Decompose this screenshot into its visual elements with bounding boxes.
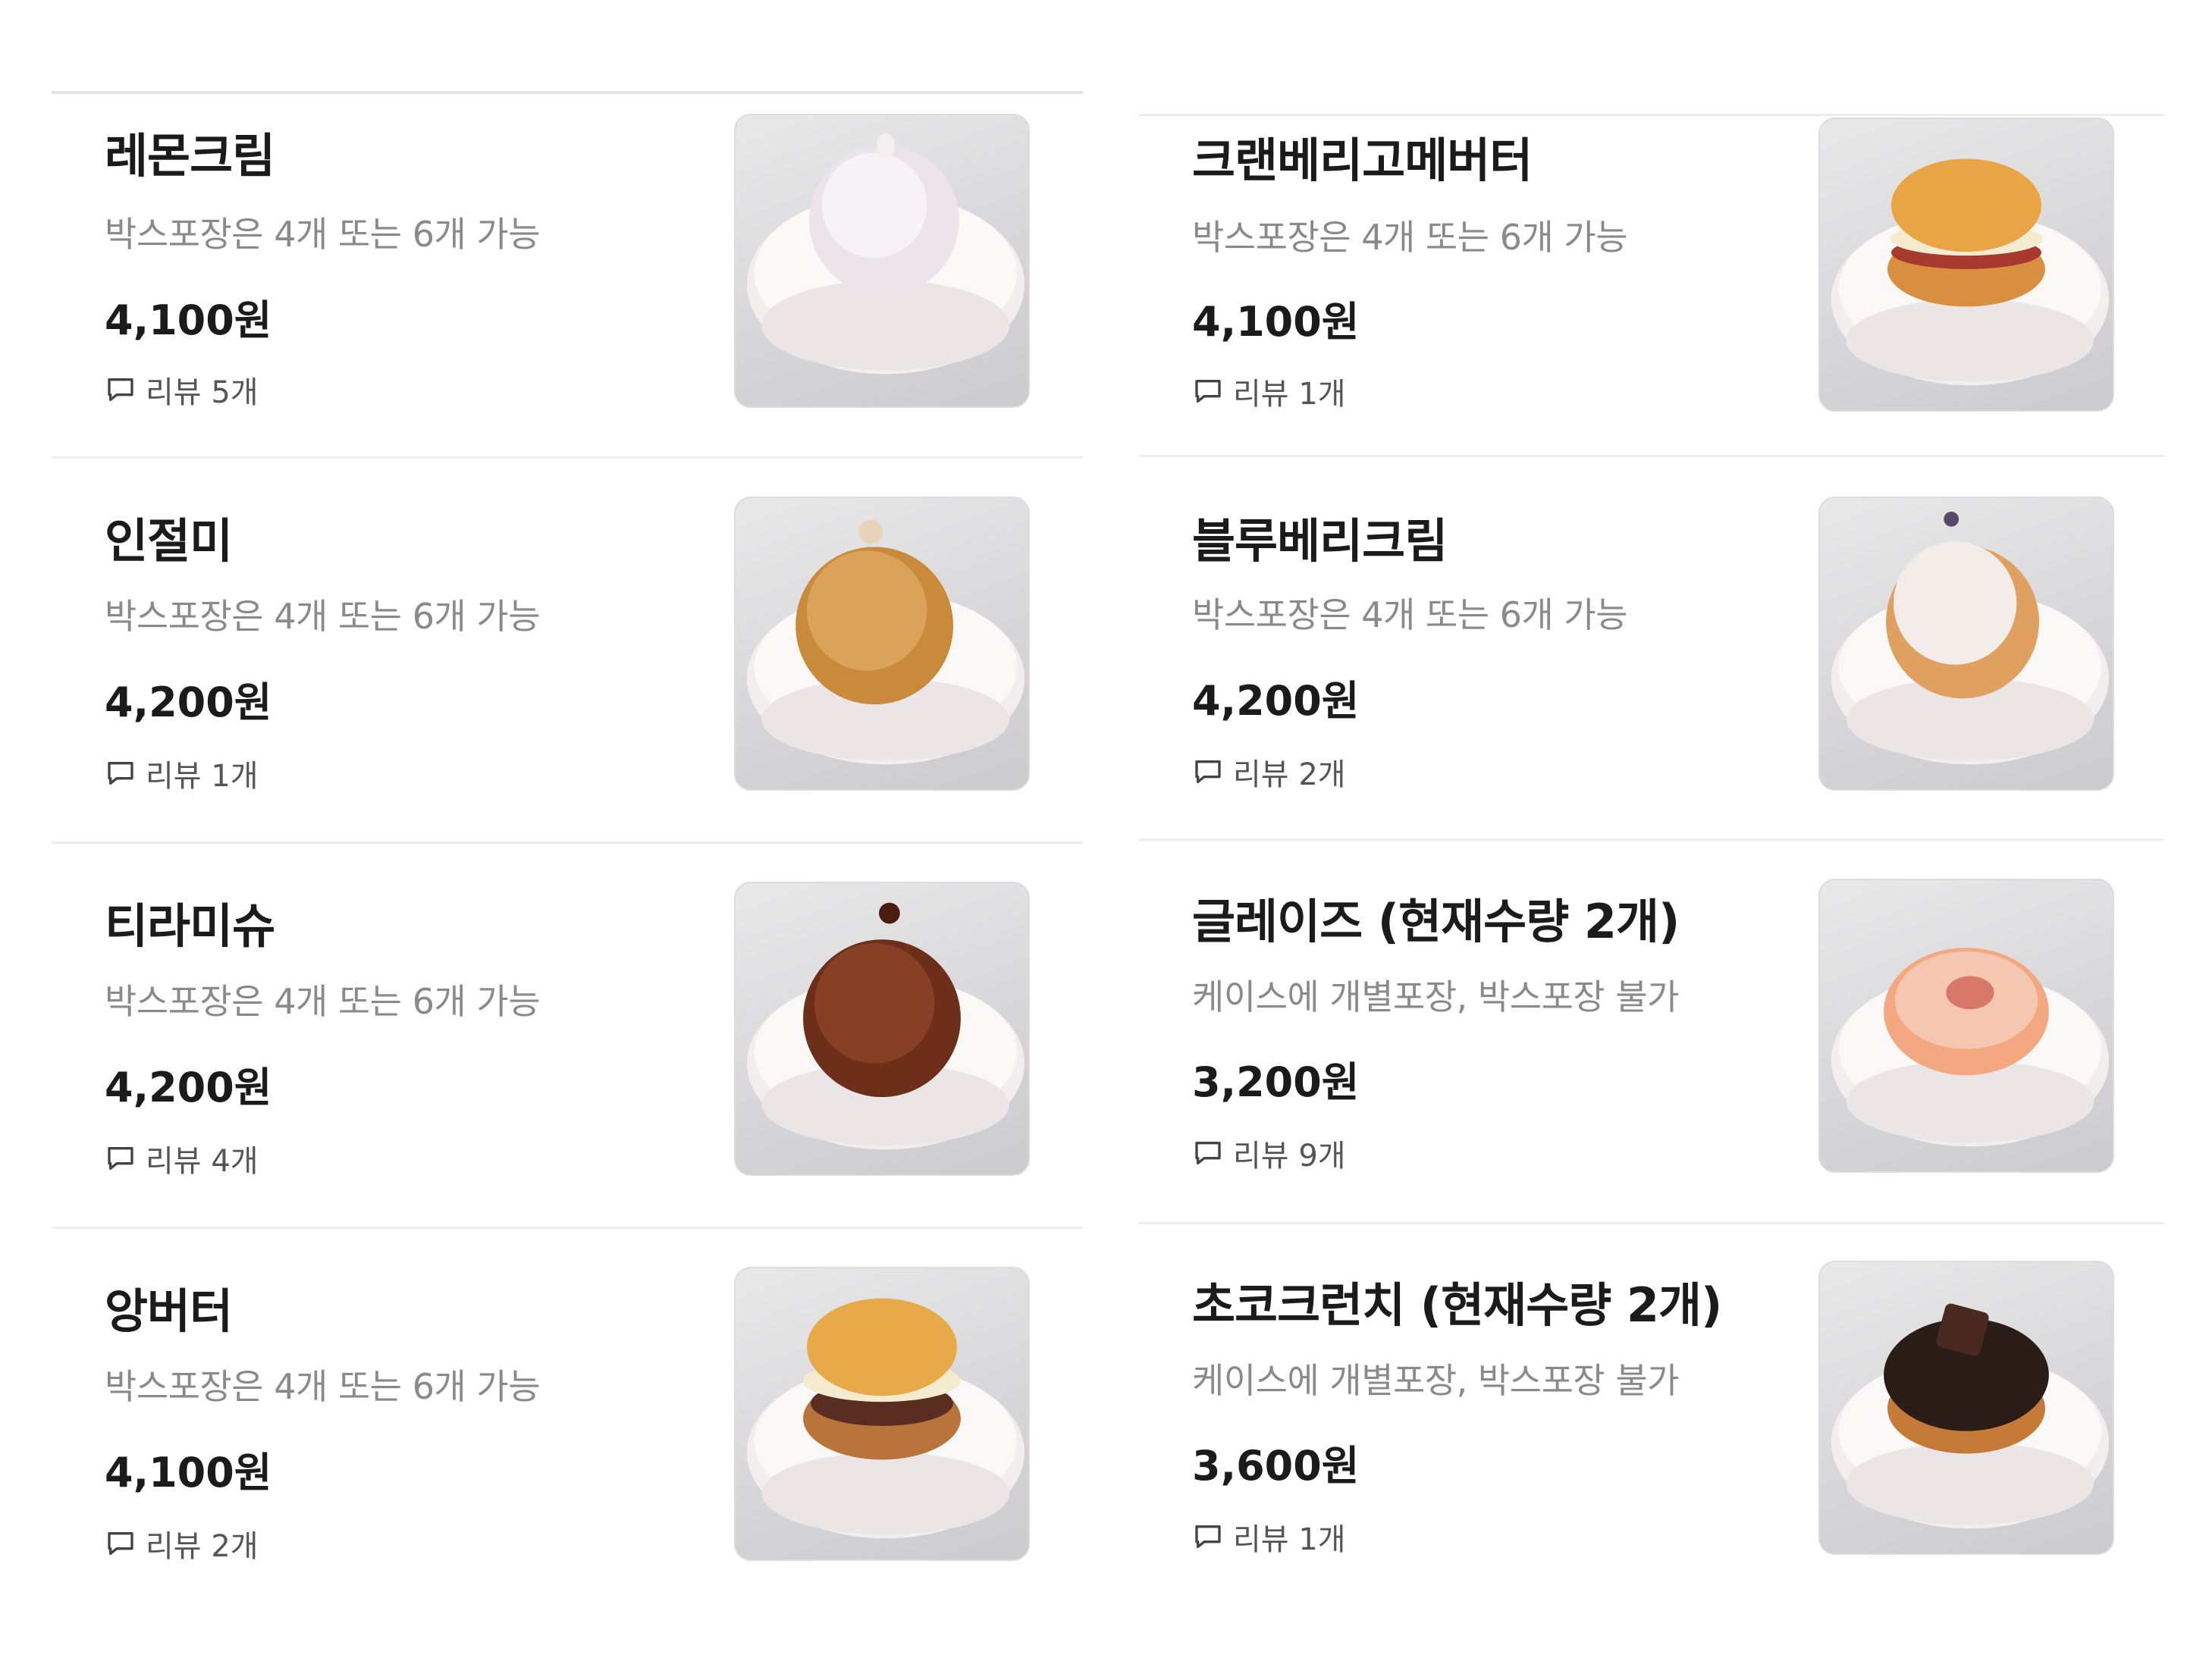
speech-bubble-icon [108, 378, 133, 401]
menu-item[interactable]: 인절미 박스포장은 4개 또는 6개 가능 4,200원 리뷰 1개 [52, 459, 1083, 842]
item-name: 초코크런치 (현재수량 2개) [1192, 1277, 1722, 1333]
item-name: 티라미슈 [105, 898, 275, 954]
item-name: 인절미 [105, 513, 233, 569]
menu-item[interactable]: 블루베리크림 박스포장은 4개 또는 6개 가능 4,200원 리뷰 2개 [1139, 457, 2164, 840]
review-label: 리뷰 2개 [1233, 757, 1346, 792]
menu-item[interactable]: 글레이즈 (현재수량 2개) 케이스에 개별포장, 박스포장 불가 3,200원… [1139, 841, 2164, 1224]
item-description: 박스포장은 4개 또는 6개 가능 [1192, 217, 1628, 258]
item-price: 4,100원 [1192, 298, 1360, 346]
item-name: 레몬크림 [105, 128, 275, 183]
item-description: 박스포장은 4개 또는 6개 가능 [105, 214, 541, 255]
item-review-count[interactable]: 리뷰 9개 [1192, 1131, 1346, 1175]
review-label: 리뷰 2개 [146, 1529, 259, 1564]
item-price: 4,100원 [105, 1449, 272, 1497]
item-description: 박스포장은 4개 또는 6개 가능 [105, 1366, 541, 1407]
speech-bubble-icon [1195, 380, 1221, 403]
item-review-count[interactable]: 리뷰 1개 [1192, 1515, 1346, 1559]
menu-item[interactable]: 티라미슈 박스포장은 4개 또는 6개 가능 4,200원 리뷰 4개 [52, 844, 1083, 1227]
red-bean-butter-donut-photo[interactable] [734, 1267, 1030, 1561]
choco-crunch-donut-photo[interactable] [1818, 1261, 2114, 1555]
review-label: 리뷰 1개 [146, 759, 259, 794]
item-description: 케이스에 개별포장, 박스포장 불가 [1192, 976, 1679, 1017]
item-review-count[interactable]: 리뷰 1개 [1192, 369, 1346, 413]
item-price: 4,200원 [105, 1064, 272, 1111]
review-label: 리뷰 5개 [146, 375, 259, 410]
cranberry-butter-donut-photo[interactable] [1818, 118, 2114, 412]
speech-bubble-icon [1195, 1142, 1221, 1164]
speech-bubble-icon [1195, 760, 1221, 783]
speech-bubble-icon [108, 762, 133, 785]
item-description: 박스포장은 4개 또는 6개 가능 [105, 981, 541, 1022]
glazed-donut-photo[interactable] [1818, 879, 2114, 1173]
item-name: 앙버터 [105, 1283, 233, 1339]
injeolmi-donut-photo[interactable] [734, 497, 1030, 791]
speech-bubble-icon [1195, 1525, 1221, 1548]
review-label: 리뷰 4개 [146, 1144, 259, 1179]
item-review-count[interactable]: 리뷰 1개 [105, 751, 259, 795]
item-review-count[interactable]: 리뷰 2개 [105, 1522, 259, 1566]
item-description: 박스포장은 4개 또는 6개 가능 [105, 596, 541, 637]
item-description: 케이스에 개별포장, 박스포장 불가 [1192, 1360, 1679, 1401]
menu-item[interactable]: 초코크런치 (현재수량 2개) 케이스에 개별포장, 박스포장 불가 3,600… [1139, 1224, 2164, 1607]
menu-item[interactable]: 크랜베리고메버터 박스포장은 4개 또는 6개 가능 4,100원 리뷰 1개 [1139, 95, 2164, 478]
speech-bubble-icon [108, 1532, 133, 1555]
item-price: 3,600원 [1192, 1442, 1360, 1490]
item-review-count[interactable]: 리뷰 4개 [105, 1136, 259, 1180]
lemon-cream-donut-photo[interactable] [734, 114, 1030, 408]
item-price: 3,200원 [1192, 1058, 1360, 1106]
review-label: 리뷰 9개 [1233, 1139, 1346, 1174]
speech-bubble-icon [108, 1147, 133, 1170]
item-price: 4,200원 [105, 679, 272, 726]
item-name: 글레이즈 (현재수량 2개) [1192, 894, 1680, 949]
item-review-count[interactable]: 리뷰 2개 [1192, 750, 1346, 794]
item-review-count[interactable]: 리뷰 5개 [105, 368, 259, 412]
item-name: 블루베리크림 [1192, 513, 1448, 569]
review-label: 리뷰 1개 [1233, 1522, 1346, 1557]
blueberry-cream-donut-photo[interactable] [1818, 497, 2114, 791]
menu-item[interactable]: 레몬크림 박스포장은 4개 또는 6개 가능 4,100원 리뷰 5개 [52, 93, 1083, 476]
item-name: 크랜베리고메버터 [1192, 133, 1533, 188]
review-label: 리뷰 1개 [1233, 377, 1346, 412]
item-price: 4,100원 [105, 296, 272, 344]
menu-item[interactable]: 앙버터 박스포장은 4개 또는 6개 가능 4,100원 리뷰 2개 [52, 1229, 1083, 1612]
tiramisu-donut-photo[interactable] [734, 882, 1030, 1176]
item-price: 4,200원 [1192, 677, 1360, 725]
item-description: 박스포장은 4개 또는 6개 가능 [1192, 594, 1628, 635]
